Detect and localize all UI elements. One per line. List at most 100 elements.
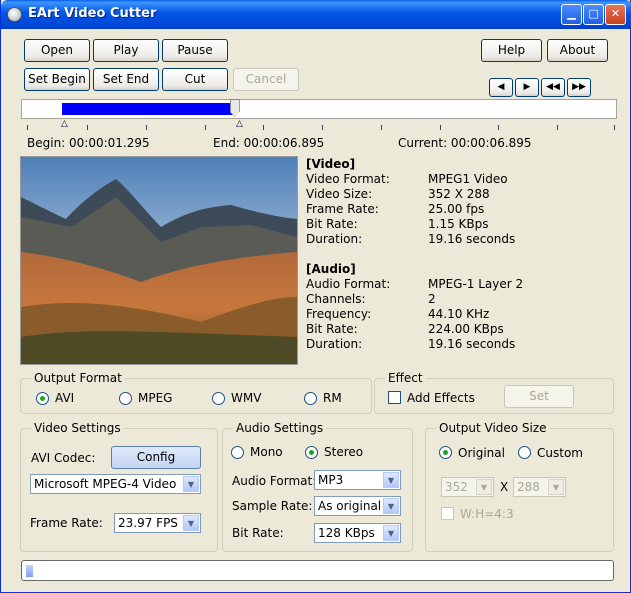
size-custom-radio[interactable] bbox=[518, 446, 531, 459]
chevron-down-icon[interactable]: ▼ bbox=[383, 498, 399, 514]
close-icon: ✕ bbox=[610, 7, 621, 20]
rewind-button[interactable]: ◀◀ bbox=[541, 78, 565, 97]
app-icon bbox=[7, 7, 22, 22]
height-value: 288 bbox=[517, 480, 540, 494]
video-info-key: Bit Rate: bbox=[306, 217, 358, 231]
avi-codec-select[interactable]: Microsoft MPEG-4 Video Codec ▼ bbox=[30, 474, 201, 494]
progress-fill bbox=[26, 565, 33, 577]
timeline-slider[interactable] bbox=[21, 99, 617, 119]
video-preview bbox=[20, 156, 298, 365]
frame-rate-select[interactable]: 23.97 FPS ▼ bbox=[114, 513, 201, 533]
title-bar[interactable]: EArt Video Cutter ▁ □ ✕ bbox=[1, 0, 631, 29]
audio-info-key: Frequency: bbox=[306, 307, 372, 321]
stereo-radio[interactable] bbox=[305, 446, 318, 459]
progress-bar bbox=[21, 560, 614, 581]
chevron-down-icon[interactable]: ▼ bbox=[183, 476, 199, 492]
next-frame-button[interactable]: ▶ bbox=[515, 78, 539, 97]
timeline-tick bbox=[614, 125, 615, 130]
end-marker-icon: △ bbox=[236, 119, 243, 129]
timeline-tick bbox=[322, 125, 323, 130]
aspect-ratio-checkbox[interactable] bbox=[441, 507, 454, 520]
effect-set-button[interactable]: Set bbox=[504, 385, 574, 408]
video-info-key: Duration: bbox=[306, 232, 363, 246]
aspect-ratio-label: W:H=4:3 bbox=[460, 507, 514, 521]
audio-info-key: Duration: bbox=[306, 337, 363, 351]
sample-rate-select[interactable]: As original ▼ bbox=[314, 496, 401, 516]
audio-format-label: Audio Format: bbox=[232, 474, 317, 488]
help-button[interactable]: Help bbox=[481, 39, 542, 62]
double-left-icon: ◀◀ bbox=[546, 82, 560, 92]
height-select[interactable]: 288 ▼ bbox=[513, 477, 566, 497]
previous-frame-button[interactable]: ◀ bbox=[489, 78, 513, 97]
audio-info-key: Audio Format: bbox=[306, 277, 391, 291]
video-settings-title: Video Settings bbox=[31, 421, 124, 435]
width-select[interactable]: 352 ▼ bbox=[441, 477, 494, 497]
config-button[interactable]: Config bbox=[111, 446, 201, 469]
audio-format-value: MP3 bbox=[318, 473, 344, 487]
bit-rate-label: Bit Rate: bbox=[232, 526, 284, 540]
audio-settings-title: Audio Settings bbox=[233, 421, 327, 435]
audio-info-value: MPEG-1 Layer 2 bbox=[428, 277, 524, 291]
play-button[interactable]: Play bbox=[93, 39, 159, 62]
video-info-header: [Video] bbox=[306, 157, 356, 171]
format-avi-radio[interactable] bbox=[36, 392, 49, 405]
timeline-tick bbox=[205, 125, 206, 130]
timeline-tick bbox=[27, 125, 28, 130]
format-rm-radio[interactable] bbox=[304, 392, 317, 405]
video-info-value: 352 X 288 bbox=[428, 187, 490, 201]
timeline-tick bbox=[440, 125, 441, 130]
stereo-label[interactable]: Stereo bbox=[324, 445, 363, 459]
close-button[interactable]: ✕ bbox=[605, 4, 626, 25]
size-original-label[interactable]: Original bbox=[458, 446, 505, 460]
size-custom-label[interactable]: Custom bbox=[537, 446, 583, 460]
format-wmv-radio[interactable] bbox=[212, 392, 225, 405]
timeline-tick bbox=[87, 125, 88, 130]
format-mpeg-radio[interactable] bbox=[119, 392, 132, 405]
chevron-down-icon[interactable]: ▼ bbox=[383, 472, 399, 488]
audio-info-value: 224.00 KBps bbox=[428, 322, 504, 336]
frame-rate-label: Frame Rate: bbox=[30, 516, 103, 530]
current-time-label: Current: 00:00:06.895 bbox=[398, 136, 532, 150]
open-button[interactable]: Open bbox=[24, 39, 90, 62]
video-info-key: Video Size: bbox=[306, 187, 373, 201]
output-size-title: Output Video Size bbox=[436, 421, 550, 435]
audio-format-select[interactable]: MP3 ▼ bbox=[314, 470, 401, 490]
fast-forward-button[interactable]: ▶▶ bbox=[567, 78, 591, 97]
minimize-button[interactable]: ▁ bbox=[561, 4, 582, 25]
audio-info-header: [Audio] bbox=[306, 262, 356, 276]
set-begin-button[interactable]: Set Begin bbox=[24, 68, 90, 91]
bit-rate-select[interactable]: 128 KBps ▼ bbox=[314, 523, 401, 543]
chevron-down-icon[interactable]: ▼ bbox=[548, 479, 564, 495]
chevron-down-icon[interactable]: ▼ bbox=[383, 525, 399, 541]
size-x-label: X bbox=[500, 480, 509, 494]
video-info-key: Frame Rate: bbox=[306, 202, 379, 216]
size-original-radio[interactable] bbox=[439, 446, 452, 459]
video-info-key: Video Format: bbox=[306, 172, 390, 186]
add-effects-checkbox[interactable] bbox=[388, 391, 401, 404]
video-info-value: 1.15 KBps bbox=[428, 217, 489, 231]
video-info-value: 25.00 fps bbox=[428, 202, 485, 216]
format-wmv-label[interactable]: WMV bbox=[231, 391, 261, 405]
set-end-button[interactable]: Set End bbox=[93, 68, 159, 91]
add-effects-label[interactable]: Add Effects bbox=[407, 391, 475, 405]
begin-marker-icon: △ bbox=[61, 119, 68, 129]
format-mpeg-label[interactable]: MPEG bbox=[138, 391, 172, 405]
about-button[interactable]: About bbox=[547, 39, 608, 62]
format-rm-label[interactable]: RM bbox=[323, 391, 342, 405]
mono-label[interactable]: Mono bbox=[250, 445, 283, 459]
chevron-down-icon[interactable]: ▼ bbox=[183, 515, 199, 531]
maximize-button[interactable]: □ bbox=[583, 4, 604, 25]
pause-button[interactable]: Pause bbox=[162, 39, 228, 62]
mono-radio[interactable] bbox=[231, 446, 244, 459]
triangle-right-icon: ▶ bbox=[523, 82, 531, 92]
avi-codec-label: AVI Codec: bbox=[31, 451, 96, 465]
audio-info-value: 19.16 seconds bbox=[428, 337, 516, 351]
timeline-tick bbox=[381, 125, 382, 130]
cancel-button[interactable]: Cancel bbox=[233, 68, 299, 91]
sample-rate-label: Sample Rate: bbox=[232, 499, 313, 513]
chevron-down-icon[interactable]: ▼ bbox=[476, 479, 492, 495]
cut-button[interactable]: Cut bbox=[162, 68, 228, 91]
output-format-title: Output Format bbox=[31, 371, 125, 385]
format-avi-label[interactable]: AVI bbox=[55, 391, 74, 405]
maximize-icon: □ bbox=[588, 7, 599, 20]
